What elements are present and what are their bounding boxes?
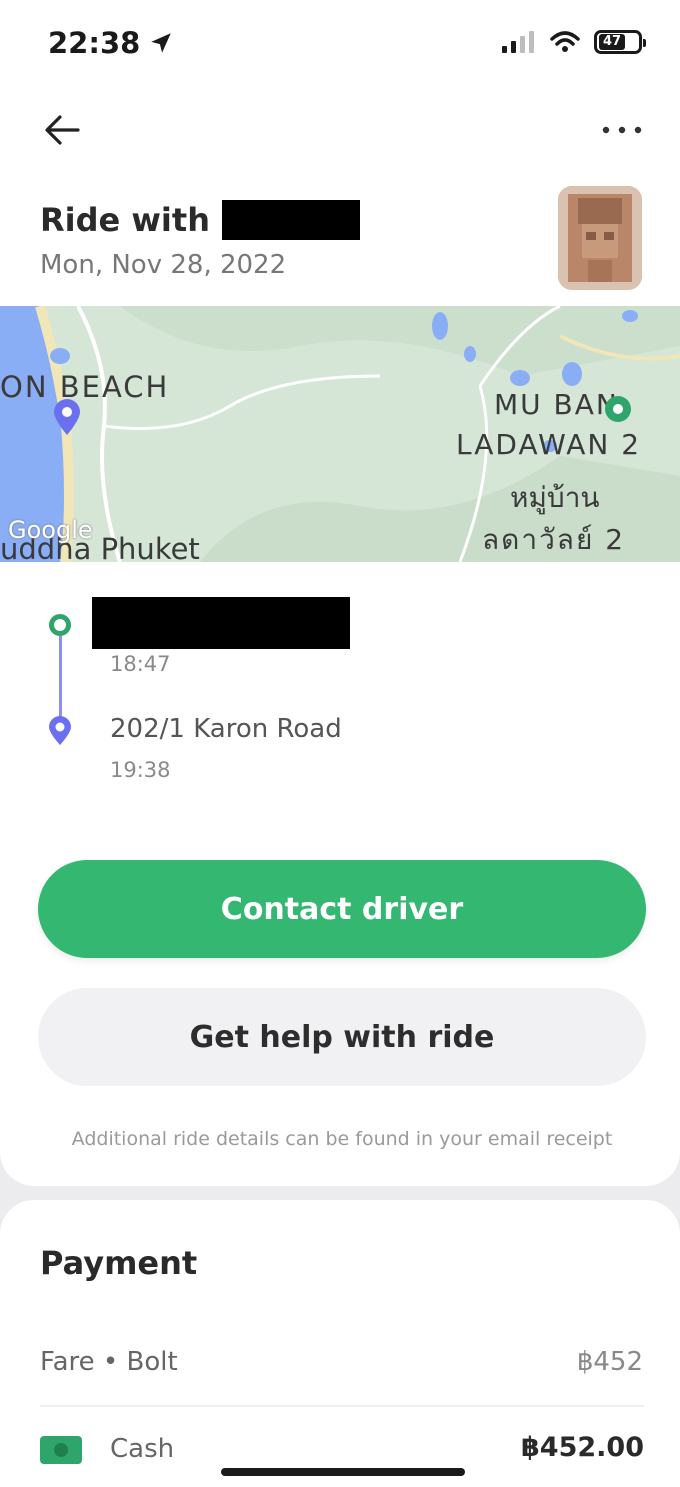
map-label-mu-ban: MU BAN	[494, 388, 619, 421]
redacted-pickup-address	[92, 597, 350, 649]
map-label-ladawan: LADAWAN 2	[456, 428, 642, 461]
receipt-note: Additional ride details can be found in …	[71, 1128, 613, 1150]
ride-title: Ride with	[40, 200, 360, 240]
status-time-text: 22:38	[48, 26, 141, 60]
ride-date: Mon, Nov 28, 2022	[40, 250, 287, 280]
home-indicator[interactable]	[221, 1468, 465, 1476]
payment-title: Payment	[40, 1244, 198, 1282]
dropoff-pin-icon	[49, 716, 71, 745]
more-options-button[interactable]	[598, 110, 646, 150]
redacted-driver-name	[221, 200, 360, 240]
signal-icon	[502, 31, 534, 53]
payment-method-value: ฿452.00	[521, 1432, 644, 1463]
google-watermark: Google	[8, 516, 93, 544]
location-arrow-icon	[151, 33, 172, 53]
driver-avatar	[558, 186, 642, 290]
dropoff-address: 202/1 Karon Road	[110, 714, 342, 744]
battery-level: 47	[599, 34, 625, 50]
fare-value: ฿452	[576, 1347, 643, 1377]
payment-card: Payment Fare • Bolt ฿452 Cash ฿452.00	[0, 1200, 680, 1487]
status-indicators: 47	[502, 30, 646, 54]
contact-driver-button[interactable]: Contact driver	[38, 860, 646, 958]
back-button[interactable]	[40, 110, 84, 150]
dropoff-time: 19:38	[110, 758, 171, 782]
payment-method-label: Cash	[110, 1434, 175, 1464]
map-label-beach: ON BEACH	[0, 370, 170, 404]
ride-title-text: Ride with	[40, 201, 210, 239]
cash-icon	[40, 1436, 82, 1464]
arrow-left-icon	[45, 115, 80, 145]
pickup-time: 18:47	[110, 652, 171, 676]
route-map[interactable]: ON BEACH MU BAN LADAWAN 2 หมู่บ้าน ลดาวั…	[0, 306, 680, 562]
map-label-thai-2: ลดาวัลย์ 2	[482, 523, 626, 556]
get-help-button[interactable]: Get help with ride	[38, 988, 646, 1086]
pickup-map-marker-icon	[605, 396, 631, 422]
dropoff-map-pin-icon	[54, 399, 80, 435]
wifi-icon	[550, 31, 580, 52]
route-line	[59, 636, 62, 720]
more-horizontal-icon	[602, 126, 642, 134]
map-label-thai-1: หมู่บ้าน	[510, 481, 600, 514]
battery-icon: 47	[594, 30, 646, 54]
fare-label: Fare • Bolt	[40, 1347, 178, 1377]
payment-divider	[40, 1405, 644, 1407]
pickup-dot-icon	[49, 614, 71, 636]
status-time: 22:38	[48, 26, 174, 60]
